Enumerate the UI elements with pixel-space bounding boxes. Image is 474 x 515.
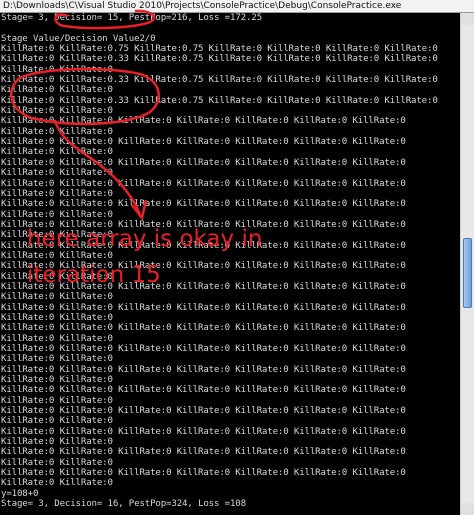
console-line: KillRate:0 KillRate:0 bbox=[1, 106, 113, 117]
console-line: Stage= 3, Decision= 15, PestPop=216, Los… bbox=[1, 13, 262, 23]
console-line: KillRate:0 KillRate:0 KillRate:0 KillRat… bbox=[1, 323, 406, 334]
console-line: KillRate:0 KillRate:0 bbox=[1, 312, 113, 323]
console-line: KillRate:0 KillRate:0 bbox=[1, 395, 113, 406]
console-line: KillRate:0 KillRate:0 bbox=[1, 209, 113, 220]
console-line: Stage Value/Decision Value2/0 bbox=[1, 33, 156, 44]
console-line: KillRate:0 KillRate:0 KillRate:0 KillRat… bbox=[1, 447, 406, 458]
console-line: KillRate:0 KillRate:0 bbox=[1, 64, 113, 75]
annotation-text-line1: here array is okay in bbox=[27, 226, 263, 252]
console-line: KillRate:0 KillRate:0 KillRate:0 KillRat… bbox=[1, 344, 406, 354]
console-line: KillRate:0 KillRate:0 KillRate:0 KillRat… bbox=[1, 302, 406, 313]
console-line: KillRate:0 KillRate:0.75 KillRate:0.75 K… bbox=[1, 44, 438, 55]
console-line: KillRate:0 KillRate:0 KillRate:0 KillRat… bbox=[1, 116, 406, 127]
console-line: KillRate:0 KillRate:0 bbox=[1, 188, 113, 199]
console-line: KillRate:0 KillRate:0 bbox=[1, 85, 113, 96]
console-line: KillRate:0 KillRate:0 bbox=[1, 168, 113, 179]
console-line: KillRate:0 KillRate:0 bbox=[1, 250, 113, 261]
console-scrollbar[interactable] bbox=[460, 13, 474, 515]
console-line: KillRate:0 KillRate:0 KillRate:0 KillRat… bbox=[1, 178, 406, 189]
console-line: KillRate:0 KillRate:0 bbox=[1, 478, 113, 489]
scroll-up-arrow-icon[interactable] bbox=[461, 13, 474, 25]
console-line: KillRate:0 KillRate:0 KillRate:0 KillRat… bbox=[1, 364, 406, 375]
console-line: KillRate:0 KillRate:0.33 KillRate:0.75 K… bbox=[1, 54, 438, 65]
console-line: KillRate:0 KillRate:0 bbox=[1, 147, 113, 158]
console-line: KillRate:0 KillRate:0 bbox=[1, 437, 113, 448]
console-line: KillRate:0 KillRate:0 KillRate:0 KillRat… bbox=[1, 137, 406, 148]
console-line: KillRate:0 KillRate:0 bbox=[1, 354, 113, 365]
console-line: KillRate:0 KillRate:0 KillRate:0 KillRat… bbox=[1, 406, 406, 417]
console-line: KillRate:0 KillRate:0.33 KillRate:0.75 K… bbox=[1, 95, 438, 106]
window-title: D:\Downloads\C\Visual Studio 2010\Projec… bbox=[3, 1, 402, 11]
console-line: KillRate:0 KillRate:0 bbox=[1, 333, 113, 344]
scroll-thumb[interactable] bbox=[463, 238, 472, 308]
console-line: y=108+0 bbox=[1, 488, 39, 499]
console-line: KillRate:0 KillRate:0 KillRate:0 KillRat… bbox=[1, 385, 406, 396]
console-line: KillRate:0 KillRate:0 KillRate:0 KillRat… bbox=[1, 199, 406, 210]
console-line: KillRate:0 KillRate:0.33 KillRate:0.75 K… bbox=[1, 75, 438, 86]
console-line: KillRate:0 KillRate:0 bbox=[1, 375, 113, 386]
console-line: KillRate:0 KillRate:0 KillRate:0 KillRat… bbox=[1, 157, 406, 168]
console-line: KillRate:0 KillRate:0 bbox=[1, 292, 113, 303]
console-line: KillRate:0 KillRate:0 KillRate:0 KillRat… bbox=[1, 426, 406, 437]
scroll-down-arrow-icon[interactable] bbox=[461, 503, 474, 515]
window-titlebar[interactable]: D:\Downloads\C\Visual Studio 2010\Projec… bbox=[0, 0, 474, 13]
console-line: KillRate:0 KillRate:0 bbox=[1, 126, 113, 137]
console-line: KillRate:0 KillRate:0 bbox=[1, 416, 113, 427]
console-line: Stage= 3, Decision= 16, PestPop=324, Los… bbox=[1, 499, 246, 510]
console-line: KillRate:0 KillRate:0 bbox=[1, 457, 113, 468]
annotation-text-line2: iteration 15 bbox=[27, 262, 161, 288]
console-line: KillRate:0 KillRate:0 KillRate:0 KillRat… bbox=[1, 468, 406, 479]
